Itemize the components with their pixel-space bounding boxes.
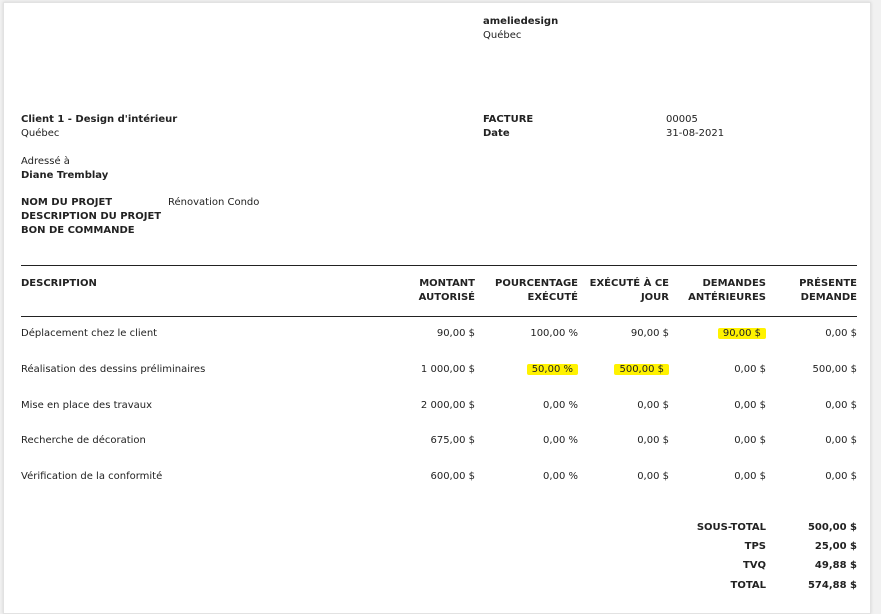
row-demandes: 0,00 $ [734, 400, 766, 411]
table-row: Vérification de la conformité 600,00 $ 0… [21, 465, 857, 489]
row-description: Vérification de la conformité [21, 471, 163, 482]
row-pourcentage: 0,00 % [543, 435, 578, 446]
row-presente: 500,00 $ [812, 364, 857, 375]
row-demandes: 0,00 $ [734, 471, 766, 482]
client-block: Client 1 - Design d'intérieur Québec [21, 113, 177, 141]
row-pourcentage: 100,00 % [530, 328, 578, 339]
row-pourcentage: 50,00 % [478, 358, 578, 382]
project-description-label: DESCRIPTION DU PROJET [21, 211, 162, 222]
project-name-label: NOM DU PROJET [21, 197, 113, 208]
row-execute: 500,00 $ [579, 358, 669, 382]
row-presente: 0,00 $ [825, 435, 857, 446]
project-name-value: Rénovation Condo [168, 197, 260, 208]
company-location: Québec [483, 30, 522, 41]
row-demandes: 90,00 $ [672, 322, 766, 346]
client-location: Québec [21, 128, 60, 139]
address-name: Diane Tremblay [21, 170, 109, 181]
row-presente: 0,00 $ [825, 471, 857, 482]
row-pourcentage: 0,00 % [543, 471, 578, 482]
project-labels: NOM DU PROJET DESCRIPTION DU PROJET BON … [21, 196, 161, 238]
row-execute: 90,00 $ [630, 328, 669, 339]
invoice-labels: FACTURE Date [483, 113, 533, 141]
row-presente: 0,00 $ [825, 400, 857, 411]
th-description: DESCRIPTION [21, 278, 97, 289]
row-presente: 0,00 $ [825, 328, 857, 339]
row-montant: 2 000,00 $ [420, 400, 475, 411]
th-pourcentage: POURCENTAGE EXÉCUTÉ [494, 278, 578, 303]
company-name: ameliedesign [483, 16, 559, 27]
table-row: Recherche de décoration 675,00 $ 0,00 % … [21, 429, 857, 453]
row-execute: 0,00 $ [637, 400, 669, 411]
tps-value: 25,00 $ [814, 541, 857, 552]
row-demandes: 0,00 $ [734, 435, 766, 446]
row-execute: 0,00 $ [637, 435, 669, 446]
row-montant: 90,00 $ [436, 328, 475, 339]
table-row: Mise en place des travaux 2 000,00 $ 0,0… [21, 394, 857, 418]
row-montant: 600,00 $ [430, 471, 475, 482]
facture-label: FACTURE [483, 114, 534, 125]
row-description: Déplacement chez le client [21, 328, 158, 339]
address-block: Adressé à Diane Tremblay [21, 155, 108, 183]
th-montant: MONTANT AUTORISÉ [418, 278, 475, 303]
th-execute: EXÉCUTÉ À CE JOUR [589, 278, 669, 303]
th-demandes: DEMANDES ANTÉRIEURES [688, 278, 766, 303]
invoice-date: 31-08-2021 [666, 128, 725, 139]
address-label: Adressé à [21, 156, 70, 167]
tvq-value: 49,88 $ [814, 560, 857, 571]
row-montant: 675,00 $ [430, 435, 475, 446]
row-demandes: 0,00 $ [734, 364, 766, 375]
subtotal-value: 500,00 $ [807, 522, 857, 533]
row-description: Mise en place des travaux [21, 400, 153, 411]
table-row: Réalisation des dessins préliminaires 1 … [21, 358, 857, 382]
highlight-mark: 50,00 % [526, 364, 578, 375]
row-pourcentage: 0,00 % [543, 400, 578, 411]
invoice-values: 00005 31-08-2021 [666, 113, 724, 141]
highlight-mark: 500,00 $ [614, 364, 669, 375]
client-name: Client 1 - Design d'intérieur [21, 114, 178, 125]
invoice-document: ameliedesign Québec Client 1 - Design d'… [3, 2, 871, 614]
row-description: Recherche de décoration [21, 435, 146, 446]
row-description: Réalisation des dessins préliminaires [21, 364, 206, 375]
th-presente: PRÉSENTE DEMANDE [799, 278, 857, 303]
facture-number: 00005 [666, 114, 698, 125]
row-montant: 1 000,00 $ [420, 364, 475, 375]
company-block: ameliedesign Québec [483, 15, 558, 43]
date-label: Date [483, 128, 510, 139]
table-header-rule [21, 316, 857, 317]
purchase-order-label: BON DE COMMANDE [21, 225, 135, 236]
highlight-mark: 90,00 $ [717, 328, 766, 339]
total-value: 574,88 $ [807, 580, 857, 591]
row-execute: 0,00 $ [637, 471, 669, 482]
table-top-rule [21, 265, 857, 266]
table-row: Déplacement chez le client 90,00 $ 100,0… [21, 322, 857, 346]
